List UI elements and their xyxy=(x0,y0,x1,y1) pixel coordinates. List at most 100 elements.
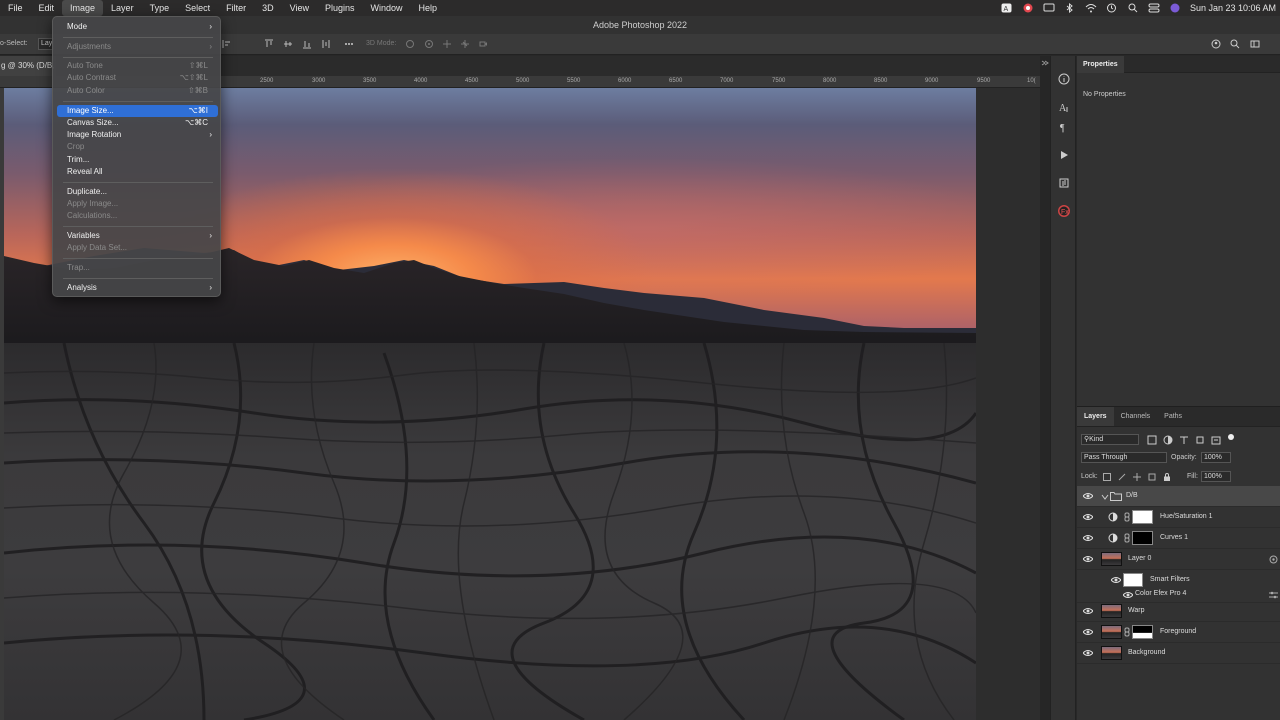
creative-cloud-icon[interactable] xyxy=(1022,3,1034,13)
menu-select[interactable]: Select xyxy=(177,0,218,16)
eye-icon[interactable] xyxy=(1083,513,1093,521)
layer-name[interactable]: Background xyxy=(1128,649,1165,656)
menu-plugins[interactable]: Plugins xyxy=(317,0,363,16)
layer-name[interactable]: Color Efex Pro 4 xyxy=(1135,590,1186,597)
link-icon[interactable] xyxy=(1124,533,1130,543)
menu-type[interactable]: Type xyxy=(142,0,178,16)
character-icon[interactable]: A xyxy=(1057,100,1071,114)
app-icon[interactable]: A xyxy=(1001,3,1013,13)
menu-item-apply-image[interactable]: Apply Image... xyxy=(57,198,218,210)
filter-shape-icon[interactable] xyxy=(1195,435,1205,445)
more-options-icon[interactable] xyxy=(344,39,354,49)
document-tab[interactable]: g @ 30% (D/B, RGB/8) xyxy=(0,56,56,76)
paragraph-icon[interactable]: ¶ xyxy=(1057,120,1071,134)
3d-slide-icon[interactable] xyxy=(460,39,470,49)
filter-smart-icon[interactable] xyxy=(1211,435,1221,445)
lock-all-icon[interactable] xyxy=(1163,473,1171,481)
info-icon[interactable] xyxy=(1057,72,1071,86)
layer-mask-thumbnail[interactable] xyxy=(1132,625,1153,639)
menu-item-auto-color[interactable]: Auto Color ⇧⌘B xyxy=(57,85,218,97)
menu-item-auto-tone[interactable]: Auto Tone ⇧⌘L xyxy=(57,60,218,72)
layer-row-group[interactable]: D/B xyxy=(1077,486,1280,507)
align-bottom-icon[interactable] xyxy=(302,39,312,49)
menu-file[interactable]: File xyxy=(0,0,31,16)
search-icon[interactable] xyxy=(1127,3,1139,13)
time-machine-icon[interactable] xyxy=(1106,3,1118,13)
menu-item-calculations[interactable]: Calculations... xyxy=(57,210,218,222)
menu-3d[interactable]: 3D xyxy=(254,0,282,16)
screen-mirror-icon[interactable] xyxy=(1043,3,1055,13)
filter-options-icon[interactable] xyxy=(1269,591,1278,599)
layer-name[interactable]: Curves 1 xyxy=(1160,534,1188,541)
siri-icon[interactable] xyxy=(1169,3,1181,13)
menu-item-adjustments[interactable]: Adjustments › xyxy=(57,41,218,53)
eye-icon[interactable] xyxy=(1083,555,1093,563)
tab-channels[interactable]: Channels xyxy=(1114,407,1158,426)
menu-item-image-size[interactable]: Image Size... ⌥⌘I xyxy=(57,105,218,117)
layer-thumbnail[interactable] xyxy=(1101,604,1122,618)
align-left-icon[interactable] xyxy=(222,39,232,49)
filter-adjustment-icon[interactable] xyxy=(1163,435,1173,445)
layer-mask-thumbnail[interactable] xyxy=(1132,531,1153,545)
workspace-icon[interactable] xyxy=(1250,39,1260,49)
play-actions-icon[interactable] xyxy=(1057,148,1071,162)
color-efex-icon[interactable]: Fx xyxy=(1057,204,1071,218)
eye-icon[interactable] xyxy=(1083,534,1093,542)
lock-pixels-icon[interactable] xyxy=(1118,473,1126,481)
eye-icon[interactable] xyxy=(1083,492,1093,500)
eye-icon[interactable] xyxy=(1123,591,1133,599)
layer-filter-kind[interactable]: ⚲Kind xyxy=(1081,434,1139,445)
layer-name[interactable]: Warp xyxy=(1128,607,1144,614)
menu-item-trim[interactable]: Trim... xyxy=(57,154,218,166)
properties-tab[interactable]: Properties xyxy=(1077,56,1124,73)
brush-settings-icon[interactable] xyxy=(1057,176,1071,190)
filter-mask-thumbnail[interactable] xyxy=(1123,573,1143,587)
eye-icon[interactable] xyxy=(1083,649,1093,657)
filter-toggle-icon[interactable] xyxy=(1227,433,1235,441)
menubar-clock[interactable]: Sun Jan 23 10:06 AM xyxy=(1190,3,1276,13)
bluetooth-icon[interactable] xyxy=(1064,3,1076,13)
lock-transparent-icon[interactable] xyxy=(1103,473,1111,481)
layer-name[interactable]: Smart Filters xyxy=(1150,576,1190,583)
filter-type-icon[interactable] xyxy=(1179,435,1189,445)
lock-artboard-icon[interactable] xyxy=(1148,473,1156,481)
menu-edit[interactable]: Edit xyxy=(31,0,63,16)
eye-icon[interactable] xyxy=(1111,576,1121,584)
menu-image[interactable]: Image xyxy=(62,0,104,16)
control-center-icon[interactable] xyxy=(1148,3,1160,13)
layer-name[interactable]: Foreground xyxy=(1160,628,1196,635)
layer-name[interactable]: Layer 0 xyxy=(1128,555,1151,562)
menu-window[interactable]: Window xyxy=(363,0,411,16)
fill-field[interactable]: 100% xyxy=(1201,471,1231,482)
3d-pan-icon[interactable] xyxy=(442,39,452,49)
eye-icon[interactable] xyxy=(1083,607,1093,615)
menu-view[interactable]: View xyxy=(282,0,317,16)
layer-thumbnail[interactable] xyxy=(1101,646,1122,660)
layer-row[interactable]: Warp xyxy=(1077,601,1280,622)
chevron-down-icon[interactable] xyxy=(1101,493,1109,501)
lock-position-icon[interactable] xyxy=(1133,473,1141,481)
blend-mode-dropdown[interactable]: Pass Through xyxy=(1081,452,1167,463)
collapse-arrows-icon[interactable] xyxy=(1040,58,1050,68)
filter-pixel-icon[interactable] xyxy=(1147,435,1157,445)
align-top-icon[interactable] xyxy=(264,39,274,49)
menu-item-trap[interactable]: Trap... xyxy=(57,262,218,274)
tab-layers[interactable]: Layers xyxy=(1077,407,1114,426)
layer-row-adjustment[interactable]: Curves 1 xyxy=(1077,528,1280,549)
distribute-icon[interactable] xyxy=(321,39,331,49)
panel-collapse-strip[interactable] xyxy=(1040,56,1050,720)
3d-roll-icon[interactable] xyxy=(424,39,434,49)
layer-row-adjustment[interactable]: Hue/Saturation 1 xyxy=(1077,507,1280,528)
menu-item-image-rotation[interactable]: Image Rotation › xyxy=(57,129,218,141)
menu-item-duplicate[interactable]: Duplicate... xyxy=(57,186,218,198)
align-vcenter-icon[interactable] xyxy=(283,39,293,49)
search-icon[interactable] xyxy=(1230,39,1240,49)
3d-orbit-icon[interactable] xyxy=(405,39,415,49)
opacity-field[interactable]: 100% xyxy=(1201,452,1231,463)
menu-item-analysis[interactable]: Analysis › xyxy=(57,282,218,294)
layer-name[interactable]: D/B xyxy=(1126,492,1138,499)
menu-item-apply-data-set[interactable]: Apply Data Set... xyxy=(57,242,218,254)
link-icon[interactable] xyxy=(1124,512,1130,522)
eye-icon[interactable] xyxy=(1083,628,1093,636)
menu-layer[interactable]: Layer xyxy=(103,0,142,16)
